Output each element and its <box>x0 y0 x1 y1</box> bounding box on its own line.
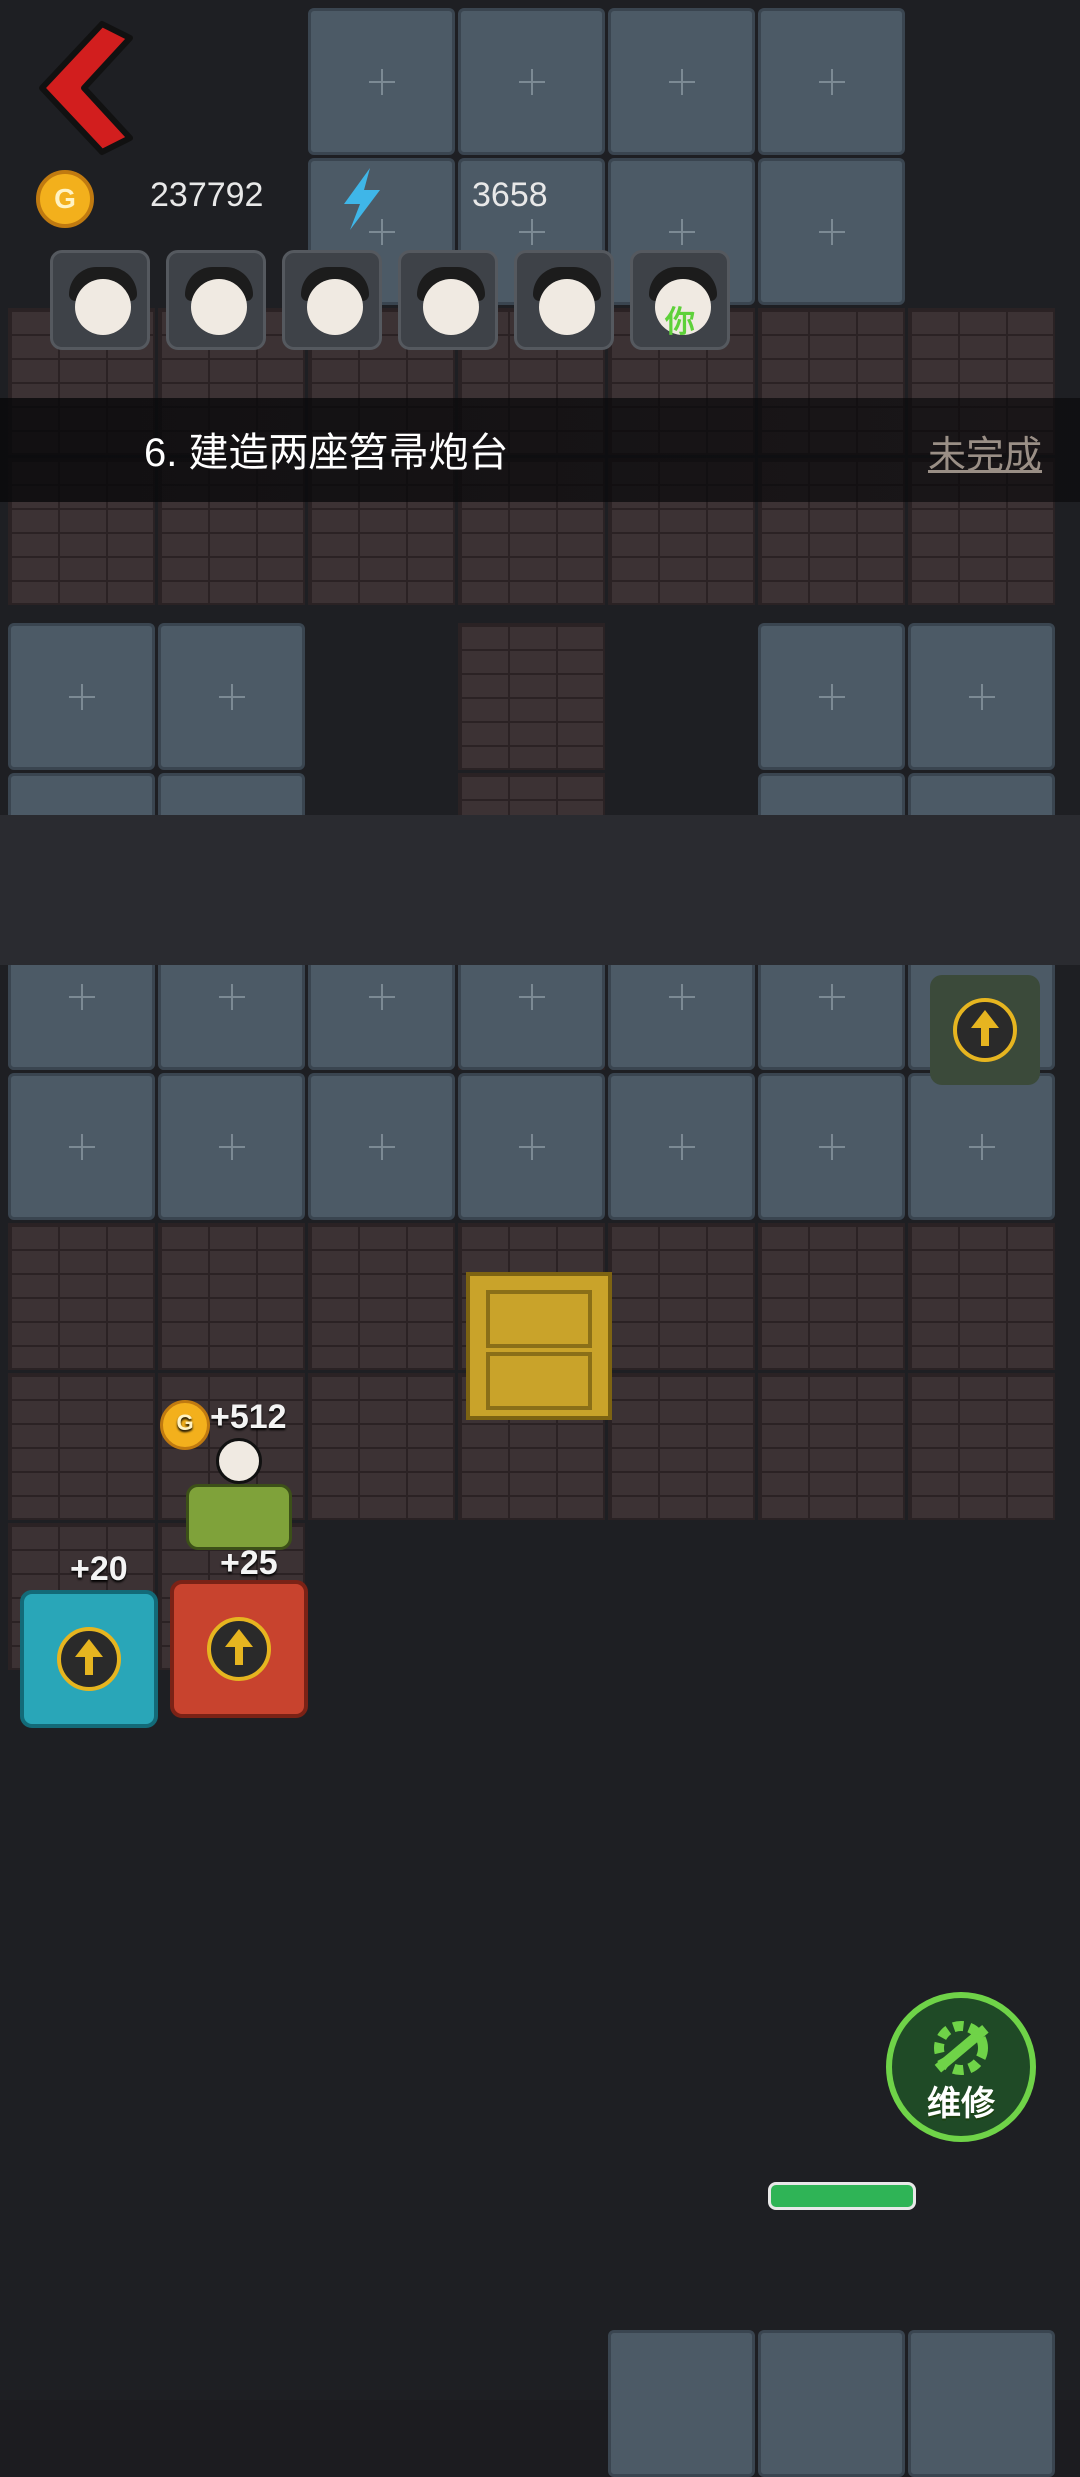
room-floor-tile[interactable] <box>458 1073 605 1220</box>
room-floor-tile[interactable] <box>908 623 1055 770</box>
plus-icon <box>968 683 995 710</box>
avatar-6[interactable]: 你 <box>630 250 730 350</box>
plus-icon <box>518 983 545 1010</box>
plus-icon <box>218 983 245 1010</box>
plus-icon <box>968 1133 995 1160</box>
plus-icon <box>218 683 245 710</box>
avatar-4[interactable] <box>398 250 498 350</box>
plus-icon <box>668 218 695 245</box>
room-floor-tile[interactable] <box>908 1073 1055 1220</box>
brick-tile <box>8 1223 155 1370</box>
brick-tile <box>458 623 605 770</box>
avatar-face <box>539 279 595 335</box>
upgrade-arrow-icon[interactable] <box>953 998 1017 1062</box>
golden-door[interactable] <box>466 1272 612 1420</box>
energy-generator-red[interactable] <box>170 1580 308 1718</box>
room-floor-tile[interactable] <box>608 8 755 155</box>
energy-gain-text-1: +20 <box>70 1550 128 1588</box>
room-floor-tile[interactable] <box>608 1073 755 1220</box>
room-floor-tile[interactable] <box>758 623 905 770</box>
avatar-1[interactable] <box>50 250 150 350</box>
plus-icon <box>818 218 845 245</box>
corridor-wall <box>0 815 1080 965</box>
brick-tile <box>308 1373 455 1520</box>
plus-icon <box>368 983 395 1010</box>
avatar-face <box>307 279 363 335</box>
coin-count: 237792 <box>150 176 264 214</box>
you-label: 你 <box>665 306 695 339</box>
corridor-wall <box>0 1730 1080 1860</box>
task-text: 6. 建造两座笤帚炮台 <box>144 431 509 475</box>
energy-generator-teal[interactable] <box>20 1590 158 1728</box>
avatar-face <box>423 279 479 335</box>
brick-tile <box>758 1373 905 1520</box>
plus-icon <box>68 683 95 710</box>
plus-icon <box>818 683 845 710</box>
upgrade-arrow-icon[interactable] <box>57 1627 121 1691</box>
room-floor-tile[interactable] <box>758 2330 905 2477</box>
upgrade-arrow-icon[interactable] <box>207 1617 271 1681</box>
room-floor-tile[interactable] <box>608 2330 755 2477</box>
brick-tile <box>308 1223 455 1370</box>
avatar-3[interactable] <box>282 250 382 350</box>
room-floor-tile[interactable] <box>158 1073 305 1220</box>
room-floor-tile[interactable] <box>308 8 455 155</box>
room-floor-tile[interactable] <box>8 623 155 770</box>
plus-icon <box>818 983 845 1010</box>
lightning-icon <box>344 168 380 230</box>
plus-icon <box>818 1133 845 1160</box>
plus-icon <box>368 1133 395 1160</box>
brick-tile <box>908 1373 1055 1520</box>
turret-upgrade-slot[interactable] <box>930 975 1040 1085</box>
brick-tile <box>908 1223 1055 1370</box>
avatar-2[interactable] <box>166 250 266 350</box>
repair-button[interactable]: 维修 <box>886 1992 1036 2142</box>
energy-count: 3658 <box>472 176 548 214</box>
plus-icon <box>68 1133 95 1160</box>
plus-icon <box>518 1133 545 1160</box>
brick-tile <box>608 1373 755 1520</box>
avatar-5[interactable] <box>514 250 614 350</box>
task-status-link[interactable]: 未完成 <box>928 424 1042 479</box>
plus-icon <box>818 68 845 95</box>
plus-icon <box>668 68 695 95</box>
player-character[interactable] <box>186 1438 292 1550</box>
room-floor-tile[interactable] <box>458 8 605 155</box>
plus-icon <box>518 218 545 245</box>
back-arrow-icon[interactable] <box>32 18 142 158</box>
room-floor-tile[interactable] <box>158 623 305 770</box>
plus-icon <box>368 68 395 95</box>
room-floor-tile[interactable] <box>758 1073 905 1220</box>
coin-gain-text: +512 <box>210 1398 287 1436</box>
brick-tile <box>158 1223 305 1370</box>
energy-gain-text-2: +25 <box>220 1544 278 1582</box>
room-floor-tile[interactable] <box>908 2330 1055 2477</box>
brick-tile <box>8 1373 155 1520</box>
room-floor-tile[interactable] <box>308 1073 455 1220</box>
avatar-face <box>75 279 131 335</box>
plus-icon <box>518 68 545 95</box>
wrench-gear-icon <box>934 2021 989 2075</box>
room-floor-tile[interactable] <box>758 158 905 305</box>
avatar-face <box>191 279 247 335</box>
plus-icon <box>218 1133 245 1160</box>
plus-icon <box>68 983 95 1010</box>
brick-tile <box>608 1223 755 1370</box>
room-floor-tile[interactable] <box>8 1073 155 1220</box>
coin-icon: G <box>36 170 94 228</box>
room-floor-tile[interactable] <box>758 8 905 155</box>
door-health-bar <box>768 2182 916 2210</box>
brick-tile <box>758 1223 905 1370</box>
repair-label: 维修 <box>927 2085 995 2123</box>
plus-icon <box>668 1133 695 1160</box>
plus-icon <box>668 983 695 1010</box>
